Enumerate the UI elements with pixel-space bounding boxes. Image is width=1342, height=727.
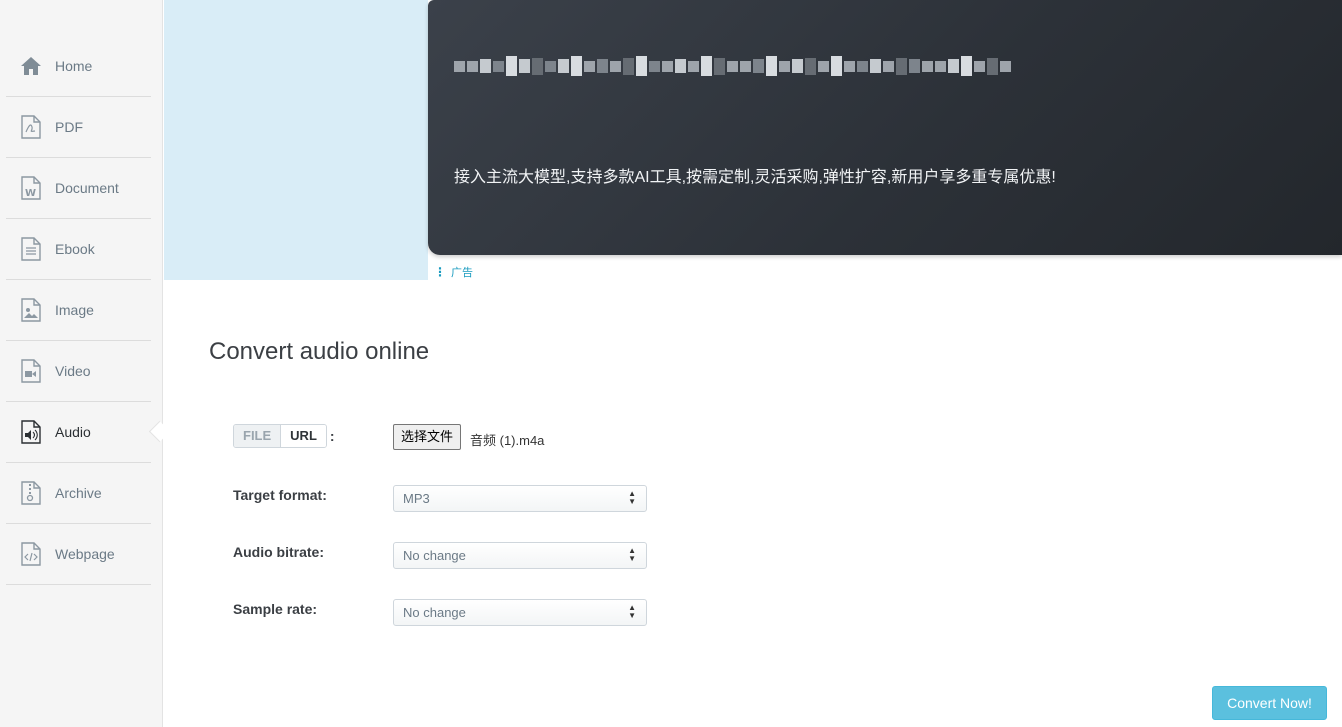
sidebar-item-label: Video (55, 363, 91, 379)
sidebar-item-label: Webpage (55, 546, 115, 562)
audio-file-icon (21, 420, 41, 444)
sidebar-item-label: Audio (55, 424, 91, 440)
sample-rate-value: No change (403, 605, 466, 620)
home-icon (21, 57, 41, 75)
source-toggle: FILE URL (233, 424, 327, 448)
file-tab[interactable]: FILE (234, 425, 282, 447)
ebook-file-icon (21, 237, 41, 261)
source-toggle-colon: : (329, 428, 335, 444)
audio-bitrate-label: Audio bitrate: (233, 544, 324, 560)
webpage-file-icon (21, 542, 41, 566)
ad-text: 接入主流大模型,支持多款AI工具,按需定制,灵活采购,弹性扩容,新用户享多重专属… (454, 169, 1056, 186)
ad-banner[interactable]: 接入主流大模型,支持多款AI工具,按需定制,灵活采购,弹性扩容,新用户享多重专属… (428, 0, 1342, 255)
select-arrows-icon: ▲ ▼ (628, 603, 636, 620)
sample-rate-label: Sample rate: (233, 601, 318, 617)
sidebar: Home PDF W Document Ebook Image Video Au… (0, 0, 171, 727)
choose-file-button[interactable]: 选择文件 (393, 424, 462, 450)
sample-rate-select[interactable]: No change ▲ ▼ (393, 599, 647, 626)
sidebar-item-label: Home (55, 58, 93, 74)
sidebar-item-label: Image (55, 302, 94, 318)
sidebar-item-document[interactable]: W Document (6, 158, 151, 219)
word-document-icon: W (21, 176, 41, 200)
svg-text:W: W (25, 188, 36, 199)
sidebar-item-pdf[interactable]: PDF (6, 97, 151, 158)
sidebar-item-image[interactable]: Image (6, 280, 151, 341)
sidebar-item-label: Document (55, 180, 119, 196)
sidebar-nav: Home PDF W Document Ebook Image Video Au… (6, 36, 151, 585)
video-file-icon (21, 359, 41, 383)
ad-placeholder (164, 0, 428, 280)
pdf-file-icon (21, 115, 41, 139)
url-tab[interactable]: URL (281, 425, 326, 447)
target-format-value: MP3 (403, 491, 430, 506)
sidebar-item-label: Ebook (55, 241, 95, 257)
more-options-icon: ⋮ (434, 265, 446, 279)
audio-bitrate-select[interactable]: No change ▲ ▼ (393, 542, 647, 569)
archive-file-icon (21, 481, 41, 505)
select-arrows-icon: ▲ ▼ (628, 546, 636, 563)
main-content: 接入主流大模型,支持多款AI工具,按需定制,灵活采购,弹性扩容,新用户享多重专属… (164, 0, 1342, 727)
sidebar-item-label: Archive (55, 485, 102, 501)
sidebar-item-audio[interactable]: Audio (6, 402, 151, 463)
target-format-label: Target format: (233, 487, 327, 503)
sidebar-item-home[interactable]: Home (6, 36, 151, 97)
sidebar-item-ebook[interactable]: Ebook (6, 219, 151, 280)
image-file-icon (21, 298, 41, 322)
sidebar-item-label: PDF (55, 119, 83, 135)
page-title: Convert audio online (209, 338, 430, 365)
sidebar-item-video[interactable]: Video (6, 341, 151, 402)
sidebar-item-archive[interactable]: Archive (6, 463, 151, 524)
sidebar-item-webpage[interactable]: Webpage (6, 524, 151, 585)
selected-file-name: 音频 (1).m4a (470, 433, 545, 448)
target-format-select[interactable]: MP3 ▲ ▼ (393, 485, 647, 512)
convert-now-button[interactable]: Convert Now! (1212, 686, 1327, 720)
ad-label-text: 广告 (451, 267, 473, 279)
source-row: FILE URL : (233, 424, 335, 448)
ad-label[interactable]: ⋮ 广告 (434, 264, 473, 280)
select-arrows-icon: ▲ ▼ (628, 489, 636, 506)
ad-pixelated-headline (454, 56, 1011, 76)
audio-bitrate-value: No change (403, 548, 466, 563)
